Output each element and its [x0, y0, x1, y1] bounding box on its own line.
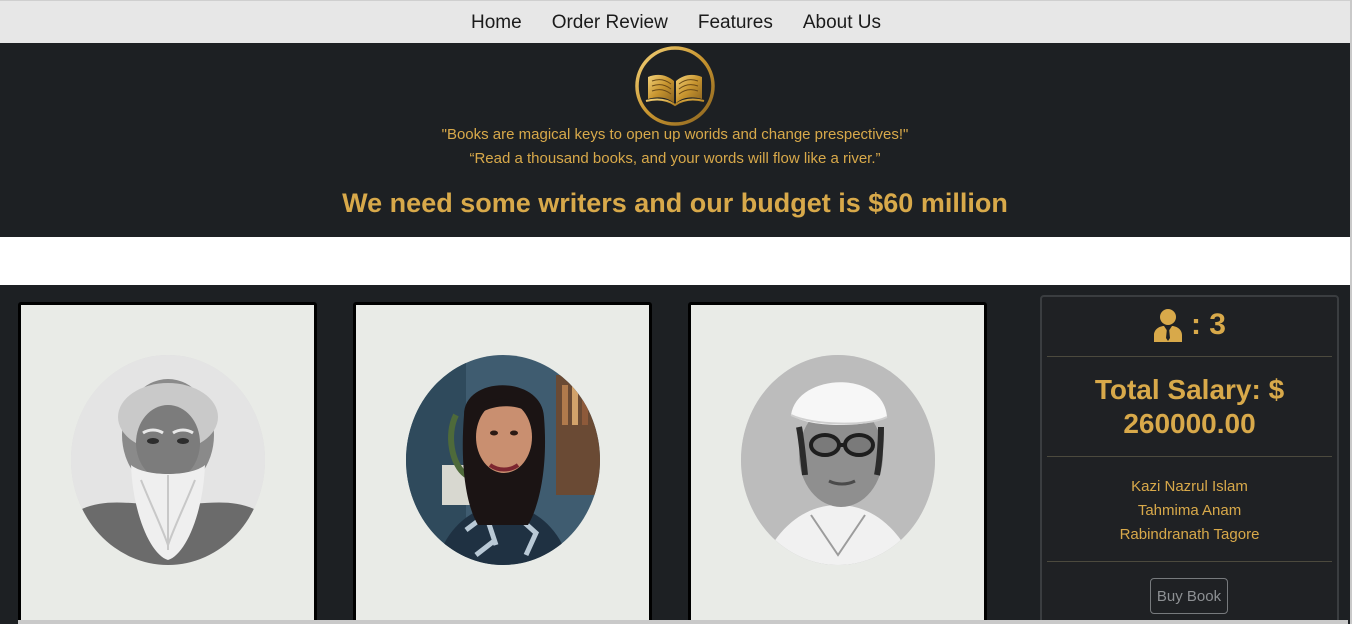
spacer [0, 237, 1352, 285]
top-navbar: Home Order Review Features About Us [0, 0, 1352, 43]
writer-portrait-woman [406, 355, 600, 565]
selected-writer-name: Tahmima Anam [1137, 502, 1242, 519]
quote-line-1: "Books are magical keys to open up worid… [441, 126, 909, 143]
writer-card [353, 302, 652, 624]
nav-order-review[interactable]: Order Review [552, 1, 668, 44]
nav-home[interactable]: Home [471, 1, 522, 44]
selected-writer-name: Kazi Nazrul Islam [1131, 478, 1248, 495]
book-logo-icon [635, 46, 715, 126]
writers-section: : 3 Total Salary: $ 260000.00 Kazi Nazru… [0, 285, 1352, 624]
quote-line-2: “Read a thousand books, and your words w… [469, 150, 881, 167]
divider [1047, 456, 1332, 457]
nav-features[interactable]: Features [698, 1, 773, 44]
buy-book-button[interactable]: Buy Book [1150, 578, 1228, 614]
person-icon [1153, 309, 1182, 342]
divider [1047, 356, 1332, 357]
cart-summary: : 3 Total Salary: $ 260000.00 Kazi Nazru… [1040, 295, 1339, 624]
selected-writer-name: Rabindranath Tagore [1119, 526, 1260, 543]
horizontal-scrollbar[interactable] [18, 620, 1348, 624]
selected-writers-list: Kazi Nazrul Islam Tahmima Anam Rabindran… [1042, 475, 1337, 547]
page: Home Order Review Features About Us "Boo… [0, 0, 1352, 624]
divider [1047, 561, 1332, 562]
budget-headline: We need some writers and our budget is $… [342, 188, 1008, 218]
writer-portrait-cap-glasses [741, 355, 935, 565]
writer-count-text: : 3 [1190, 308, 1226, 341]
writer-card [18, 302, 317, 624]
hero-header: "Books are magical keys to open up worid… [0, 43, 1350, 237]
writer-card [688, 302, 987, 624]
total-salary: Total Salary: $ 260000.00 [1094, 374, 1285, 439]
nav-about-us[interactable]: About Us [803, 1, 881, 44]
writer-portrait-bearded-elder [71, 355, 265, 565]
writer-count: : 3 [1042, 305, 1337, 345]
